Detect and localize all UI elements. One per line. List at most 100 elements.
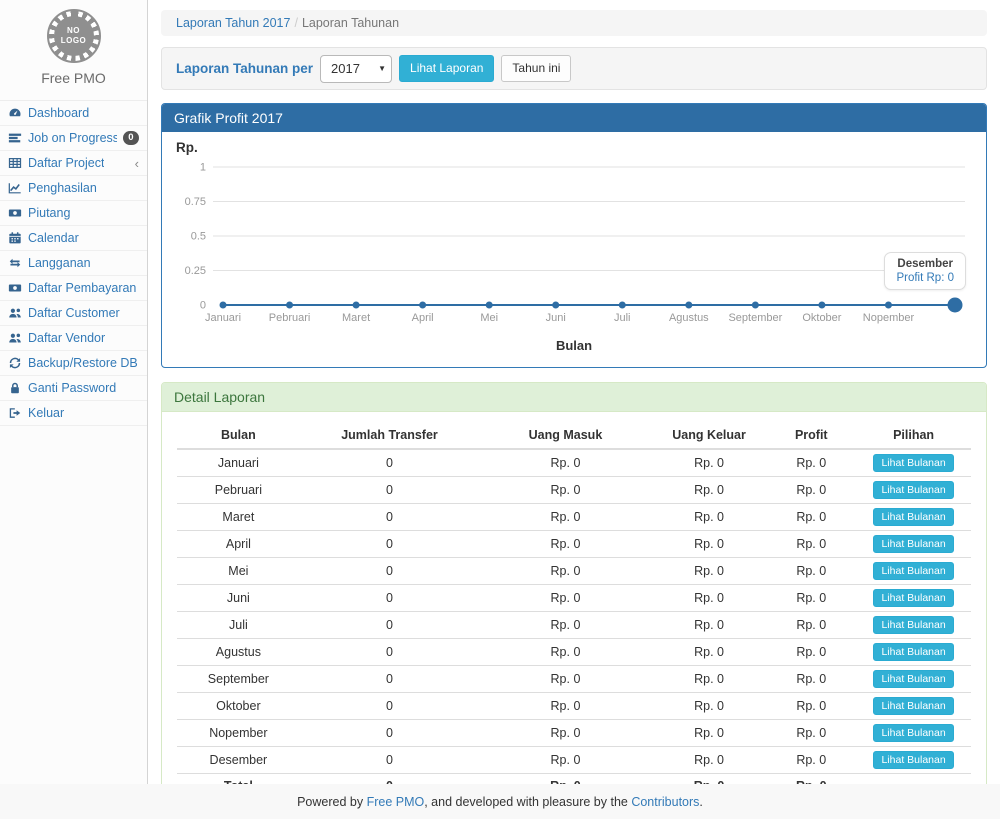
sidebar-link-backup-restore-db[interactable]: Backup/Restore DB — [0, 351, 147, 375]
chart-point-april[interactable] — [419, 302, 426, 309]
sidebar-item-piutang: Piutang — [0, 201, 147, 226]
chart-x-tick-label: Juni — [546, 312, 566, 324]
sidebar-item-ganti-password: Ganti Password — [0, 376, 147, 401]
cell-pilihan: Lihat Bulanan — [856, 693, 971, 720]
lihat-bulanan-button[interactable]: Lihat Bulanan — [873, 508, 953, 526]
cell-bulan: September — [177, 666, 300, 693]
sidebar-item-label: Ganti Password — [28, 381, 116, 395]
chart-point-oktober[interactable] — [818, 302, 825, 309]
lihat-bulanan-button[interactable]: Lihat Bulanan — [873, 589, 953, 607]
table-row-mei: Mei0Rp. 0Rp. 0Rp. 0Lihat Bulanan — [177, 558, 971, 585]
cell-pilihan: Lihat Bulanan — [856, 747, 971, 774]
brand-name: Free PMO — [0, 70, 147, 86]
cell-jumlah_transfer: 0 — [300, 693, 479, 720]
sidebar-link-ganti-password[interactable]: Ganti Password — [0, 376, 147, 400]
sidebar-link-job-on-progress[interactable]: Job on Progress 0 — [0, 126, 147, 150]
sidebar-item-backup-restore-db: Backup/Restore DB — [0, 351, 147, 376]
chart-y-tick-label: 0.75 — [185, 196, 206, 208]
lihat-bulanan-button[interactable]: Lihat Bulanan — [873, 562, 953, 580]
sidebar-link-keluar[interactable]: Keluar — [0, 401, 147, 425]
year-select[interactable]: 2017 — [320, 55, 392, 83]
no-logo-badge: NO LOGO — [47, 9, 101, 63]
sidebar-link-calendar[interactable]: Calendar — [0, 226, 147, 250]
lihat-bulanan-button[interactable]: Lihat Bulanan — [873, 535, 953, 553]
cell-uang_masuk: Rp. 0 — [479, 666, 651, 693]
sidebar-link-daftar-project[interactable]: Daftar Project‹ — [0, 151, 147, 175]
lock-icon — [8, 381, 22, 395]
money-icon — [8, 281, 22, 295]
cell-bulan: Nopember — [177, 720, 300, 747]
cell-uang_masuk: Rp. 0 — [479, 747, 651, 774]
chart-body: Rp. 00.250.50.751JanuariPebruariMaretApr… — [162, 132, 986, 367]
free-pmo-link[interactable]: Free PMO — [367, 795, 425, 809]
column-header-pilihan: Pilihan — [856, 422, 971, 449]
sidebar-nav: Dashboard Job on Progress 0 Daftar Project‹… — [0, 100, 147, 426]
tahun-ini-button[interactable]: Tahun ini — [501, 55, 571, 83]
sidebar-link-daftar-vendor[interactable]: Daftar Vendor — [0, 326, 147, 350]
lihat-laporan-button[interactable]: Lihat Laporan — [399, 55, 494, 83]
breadcrumb-current: Laporan Tahunan — [302, 16, 399, 30]
cell-bulan: Pebruari — [177, 477, 300, 504]
lihat-bulanan-button[interactable]: Lihat Bulanan — [873, 670, 953, 688]
sidebar-item-keluar: Keluar — [0, 401, 147, 426]
chart-point-juli[interactable] — [619, 302, 626, 309]
sidebar-link-daftar-pembayaran[interactable]: Daftar Pembayaran — [0, 276, 147, 300]
cell-profit: Rp. 0 — [766, 504, 856, 531]
cell-pilihan: Lihat Bulanan — [856, 449, 971, 477]
report-filter-bar: Laporan Tahunan per 2017 ▼ Lihat Laporan… — [161, 47, 987, 90]
lihat-bulanan-button[interactable]: Lihat Bulanan — [873, 454, 953, 472]
chart-point-nopember[interactable] — [885, 302, 892, 309]
logo-block: NO LOGO Free PMO — [0, 0, 147, 92]
chart-point-mei[interactable] — [486, 302, 493, 309]
breadcrumb-link-laporan-tahun[interactable]: Laporan Tahun 2017 — [176, 16, 290, 30]
sidebar-item-daftar-project: Daftar Project‹ — [0, 151, 147, 176]
cell-profit: Rp. 0 — [766, 720, 856, 747]
cell-bulan: Oktober — [177, 693, 300, 720]
count-badge: 0 — [123, 131, 139, 145]
sidebar-item-label: Job on Progress — [28, 131, 117, 145]
logo-line2: LOGO — [61, 36, 87, 46]
chart-x-tick-label: Agustus — [669, 312, 709, 324]
app-window: NO LOGO Free PMO Dashboard Job on Progres… — [0, 0, 1000, 819]
lihat-bulanan-button[interactable]: Lihat Bulanan — [873, 643, 953, 661]
lihat-bulanan-button[interactable]: Lihat Bulanan — [873, 724, 953, 742]
cell-pilihan: Lihat Bulanan — [856, 531, 971, 558]
chart-point-maret[interactable] — [353, 302, 360, 309]
cell-jumlah_transfer: 0 — [300, 666, 479, 693]
sidebar: NO LOGO Free PMO Dashboard Job on Progres… — [0, 0, 148, 784]
sidebar-link-dashboard[interactable]: Dashboard — [0, 101, 147, 125]
lihat-bulanan-button[interactable]: Lihat Bulanan — [873, 616, 953, 634]
year-select-wrap: 2017 ▼ — [320, 55, 392, 83]
detail-panel-body: BulanJumlah TransferUang MasukUang Kelua… — [162, 412, 986, 818]
tooltip-profit: Profit Rp: 0 — [896, 272, 954, 284]
sidebar-link-piutang[interactable]: Piutang — [0, 201, 147, 225]
chart-point-agustus[interactable] — [685, 302, 692, 309]
chart-point-september[interactable] — [752, 302, 759, 309]
cell-uang_masuk: Rp. 0 — [479, 639, 651, 666]
chart-point-pebruari[interactable] — [286, 302, 293, 309]
sidebar-item-label: Dashboard — [28, 106, 89, 120]
chart-point-juni[interactable] — [552, 302, 559, 309]
cell-profit: Rp. 0 — [766, 639, 856, 666]
contributors-link[interactable]: Contributors — [631, 795, 699, 809]
sidebar-item-job-on-progress: Job on Progress 0 — [0, 126, 147, 151]
sidebar-link-penghasilan[interactable]: Penghasilan — [0, 176, 147, 200]
y-axis-title: Rp. — [176, 140, 972, 155]
chart-point-januari[interactable] — [220, 302, 227, 309]
cell-uang_masuk: Rp. 0 — [479, 531, 651, 558]
cell-uang_keluar: Rp. 0 — [652, 504, 767, 531]
lihat-bulanan-button[interactable]: Lihat Bulanan — [873, 481, 953, 499]
cell-bulan: Desember — [177, 747, 300, 774]
sidebar-item-calendar: Calendar — [0, 226, 147, 251]
sidebar-link-langganan[interactable]: Langganan — [0, 251, 147, 275]
cell-jumlah_transfer: 0 — [300, 720, 479, 747]
sidebar-link-daftar-customer[interactable]: Daftar Customer — [0, 301, 147, 325]
sidebar-item-daftar-vendor: Daftar Vendor — [0, 326, 147, 351]
cell-profit: Rp. 0 — [766, 531, 856, 558]
chart-point-desember[interactable] — [948, 298, 963, 313]
lihat-bulanan-button[interactable]: Lihat Bulanan — [873, 697, 953, 715]
sidebar-item-label: Langganan — [28, 256, 91, 270]
sidebar-item-label: Calendar — [28, 231, 79, 245]
sidebar-item-daftar-customer: Daftar Customer — [0, 301, 147, 326]
lihat-bulanan-button[interactable]: Lihat Bulanan — [873, 751, 953, 769]
